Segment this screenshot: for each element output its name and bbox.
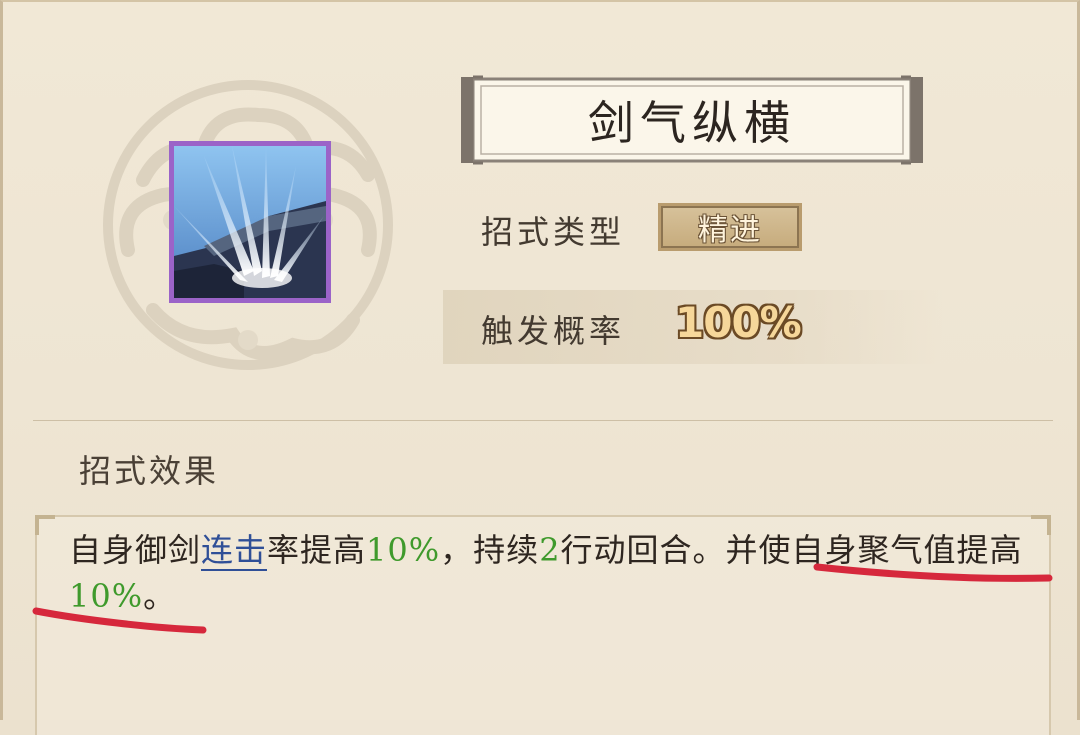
- trigger-chance-value: 100%: [675, 298, 802, 347]
- skill-name: 剑气纵横: [588, 96, 796, 150]
- effect-text-part: 率提高: [267, 531, 367, 569]
- combo-keyword-link[interactable]: 连击: [201, 531, 268, 571]
- effect-text-part: 自身御剑: [69, 531, 202, 569]
- effect-value-highlight: 10%: [366, 531, 441, 569]
- effect-heading: 招式效果: [79, 452, 220, 490]
- effect-description: 自身御剑连击率提高10%，持续2行动回合。并使自身聚气值提高10%。: [69, 527, 1039, 619]
- skill-icon: [169, 141, 331, 303]
- skill-detail-panel: 剑气纵横 招式类型 精进 触发概率 100% 招式效果 自身御剑连击率提高10%…: [0, 0, 1080, 735]
- effect-text-part: 。: [143, 577, 177, 615]
- trigger-chance-label: 触发概率: [481, 312, 626, 350]
- sword-qi-burst-icon: [174, 146, 326, 298]
- skill-name-plaque: 剑气纵横: [459, 75, 925, 165]
- section-divider: [33, 420, 1053, 421]
- effect-text-part: 行动回合。并使自身聚气值提高: [560, 531, 1023, 569]
- effect-value-highlight: 10%: [69, 577, 144, 615]
- skill-type-label: 招式类型: [481, 213, 626, 251]
- skill-type-badge: 精进: [658, 203, 802, 251]
- box-corner: [35, 515, 55, 535]
- duration-value-highlight: 2: [539, 531, 561, 569]
- effect-text-part: ，持续: [440, 531, 540, 569]
